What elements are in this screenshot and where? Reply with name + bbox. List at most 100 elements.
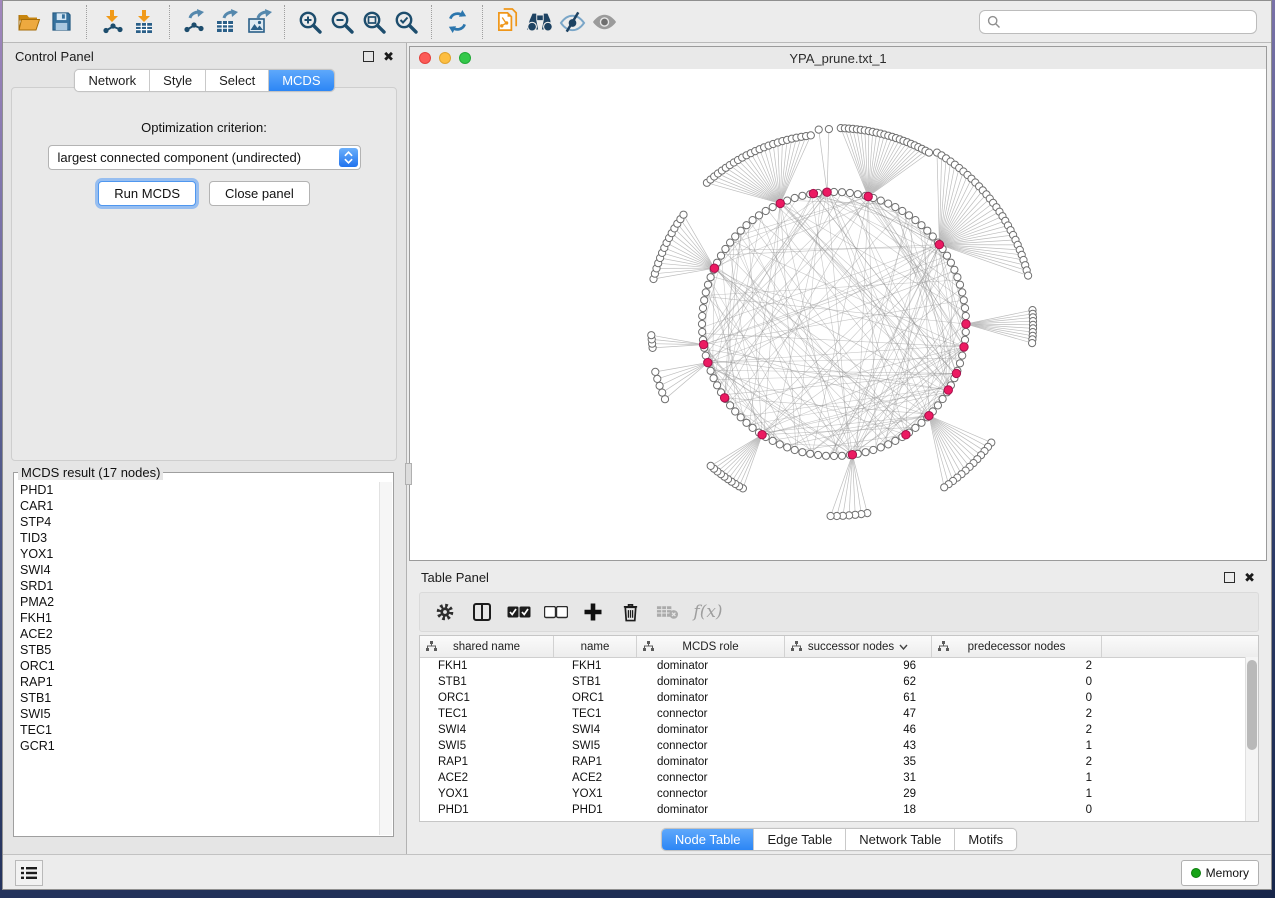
cell-MCDS-role[interactable]: connector bbox=[637, 740, 785, 752]
tab-style[interactable]: Style bbox=[150, 70, 206, 91]
cell-MCDS-role[interactable]: dominator bbox=[637, 756, 785, 768]
network-window-titlebar[interactable]: YPA_prune.txt_1 bbox=[410, 47, 1266, 70]
cell-shared-name[interactable]: FKH1 bbox=[420, 660, 554, 672]
hide-eye-icon[interactable] bbox=[556, 6, 588, 38]
mcds-result-item[interactable]: SWI5 bbox=[20, 706, 379, 722]
mcds-result-item[interactable]: SWI4 bbox=[20, 562, 379, 578]
mcds-result-item[interactable]: CAR1 bbox=[20, 498, 379, 514]
table-row[interactable]: SWI5SWI5connector431 bbox=[420, 738, 1258, 754]
cell-MCDS-role[interactable]: connector bbox=[637, 772, 785, 784]
cell-name[interactable]: SWI4 bbox=[554, 724, 637, 736]
table-row[interactable]: STB1STB1dominator620 bbox=[420, 674, 1258, 690]
cell-predecessor-nodes[interactable]: 2 bbox=[932, 708, 1102, 720]
refresh-layout-icon[interactable] bbox=[441, 6, 473, 38]
cell-successor-nodes[interactable]: 47 bbox=[785, 708, 932, 720]
cell-name[interactable]: SWI5 bbox=[554, 740, 637, 752]
mcds-result-item[interactable]: STB5 bbox=[20, 642, 379, 658]
cell-MCDS-role[interactable]: dominator bbox=[637, 724, 785, 736]
tab-edge-table[interactable]: Edge Table bbox=[754, 829, 846, 850]
cell-shared-name[interactable]: PHD1 bbox=[420, 804, 554, 816]
mcds-result-item[interactable]: YOX1 bbox=[20, 546, 379, 562]
search-input[interactable] bbox=[1006, 14, 1249, 30]
cell-MCDS-role[interactable]: connector bbox=[637, 788, 785, 800]
tab-motifs[interactable]: Motifs bbox=[955, 829, 1016, 850]
add-icon[interactable] bbox=[578, 597, 608, 627]
save-icon[interactable] bbox=[45, 6, 77, 38]
tab-node-table[interactable]: Node Table bbox=[662, 829, 755, 850]
column-header-predecessor-nodes[interactable]: predecessor nodes bbox=[932, 636, 1102, 657]
cell-name[interactable]: TEC1 bbox=[554, 708, 637, 720]
search-field[interactable] bbox=[979, 10, 1257, 34]
cell-name[interactable]: YOX1 bbox=[554, 788, 637, 800]
cell-shared-name[interactable]: ACE2 bbox=[420, 772, 554, 784]
table-row[interactable]: PHD1PHD1dominator180 bbox=[420, 802, 1258, 818]
zoom-out-icon[interactable] bbox=[326, 6, 358, 38]
cell-predecessor-nodes[interactable]: 1 bbox=[932, 772, 1102, 784]
cell-successor-nodes[interactable]: 62 bbox=[785, 676, 932, 688]
cell-predecessor-nodes[interactable]: 1 bbox=[932, 788, 1102, 800]
share-document-icon[interactable] bbox=[492, 6, 524, 38]
column-header-MCDS-role[interactable]: MCDS role bbox=[637, 636, 785, 657]
cell-name[interactable]: ACE2 bbox=[554, 772, 637, 784]
tab-network-table[interactable]: Network Table bbox=[846, 829, 955, 850]
cell-MCDS-role[interactable]: dominator bbox=[637, 804, 785, 816]
cell-predecessor-nodes[interactable]: 0 bbox=[932, 692, 1102, 704]
mcds-result-item[interactable]: TID3 bbox=[20, 530, 379, 546]
cell-predecessor-nodes[interactable]: 0 bbox=[932, 804, 1102, 816]
table-row[interactable]: SWI4SWI4dominator462 bbox=[420, 722, 1258, 738]
cell-name[interactable]: FKH1 bbox=[554, 660, 637, 672]
table-row[interactable]: ORC1ORC1dominator610 bbox=[420, 690, 1258, 706]
mcds-result-item[interactable]: ORC1 bbox=[20, 658, 379, 674]
cell-name[interactable]: STB1 bbox=[554, 676, 637, 688]
table-scrollbar-thumb[interactable] bbox=[1247, 660, 1257, 750]
cell-successor-nodes[interactable]: 31 bbox=[785, 772, 932, 784]
zoom-in-icon[interactable] bbox=[294, 6, 326, 38]
table-row[interactable]: TEC1TEC1connector472 bbox=[420, 706, 1258, 722]
cell-shared-name[interactable]: YOX1 bbox=[420, 788, 554, 800]
cell-successor-nodes[interactable]: 29 bbox=[785, 788, 932, 800]
criterion-select[interactable]: largest connected component (undirected) bbox=[48, 145, 361, 170]
mcds-result-item[interactable]: SRD1 bbox=[20, 578, 379, 594]
cell-predecessor-nodes[interactable]: 0 bbox=[932, 676, 1102, 688]
cell-MCDS-role[interactable]: dominator bbox=[637, 676, 785, 688]
cell-shared-name[interactable]: ORC1 bbox=[420, 692, 554, 704]
cell-shared-name[interactable]: RAP1 bbox=[420, 756, 554, 768]
table-row[interactable]: ACE2ACE2connector311 bbox=[420, 770, 1258, 786]
cell-successor-nodes[interactable]: 18 bbox=[785, 804, 932, 816]
gear-icon[interactable] bbox=[430, 597, 460, 627]
import-network-icon[interactable] bbox=[96, 6, 128, 38]
column-header-shared-name[interactable]: shared name bbox=[420, 636, 554, 657]
export-image-icon[interactable] bbox=[243, 6, 275, 38]
tab-mcds[interactable]: MCDS bbox=[269, 70, 333, 91]
network-canvas[interactable] bbox=[410, 69, 1266, 560]
cell-shared-name[interactable]: SWI4 bbox=[420, 724, 554, 736]
cell-MCDS-role[interactable]: dominator bbox=[637, 692, 785, 704]
show-eye-icon[interactable] bbox=[588, 6, 620, 38]
cell-predecessor-nodes[interactable]: 2 bbox=[932, 724, 1102, 736]
column-header-successor-nodes[interactable]: successor nodes bbox=[785, 636, 932, 657]
cell-name[interactable]: RAP1 bbox=[554, 756, 637, 768]
cell-predecessor-nodes[interactable]: 2 bbox=[932, 660, 1102, 672]
table-row[interactable]: FKH1FKH1dominator962 bbox=[420, 658, 1258, 674]
mcds-result-item[interactable]: STB1 bbox=[20, 690, 379, 706]
mcds-result-list[interactable]: PHD1CAR1STP4TID3YOX1SWI4SRD1PMA2FKH1ACE2… bbox=[15, 482, 379, 835]
cell-name[interactable]: ORC1 bbox=[554, 692, 637, 704]
zoom-fit-icon[interactable] bbox=[358, 6, 390, 38]
close-panel-button[interactable]: Close panel bbox=[209, 181, 310, 206]
close-panel-icon[interactable]: ✖ bbox=[383, 52, 394, 61]
export-table-icon[interactable] bbox=[211, 6, 243, 38]
deselect-all-icon[interactable] bbox=[541, 597, 571, 627]
mcds-result-item[interactable]: STP4 bbox=[20, 514, 379, 530]
task-list-button[interactable] bbox=[15, 860, 43, 886]
mcds-result-item[interactable]: RAP1 bbox=[20, 674, 379, 690]
float-panel-icon[interactable] bbox=[363, 51, 374, 62]
select-all-icon[interactable] bbox=[504, 597, 534, 627]
cell-shared-name[interactable]: SWI5 bbox=[420, 740, 554, 752]
tab-select[interactable]: Select bbox=[206, 70, 269, 91]
mcds-result-item[interactable]: TEC1 bbox=[20, 722, 379, 738]
mcds-result-item[interactable]: PMA2 bbox=[20, 594, 379, 610]
mcds-result-item[interactable]: ACE2 bbox=[20, 626, 379, 642]
cell-shared-name[interactable]: STB1 bbox=[420, 676, 554, 688]
cell-successor-nodes[interactable]: 46 bbox=[785, 724, 932, 736]
mcds-result-item[interactable]: FKH1 bbox=[20, 610, 379, 626]
